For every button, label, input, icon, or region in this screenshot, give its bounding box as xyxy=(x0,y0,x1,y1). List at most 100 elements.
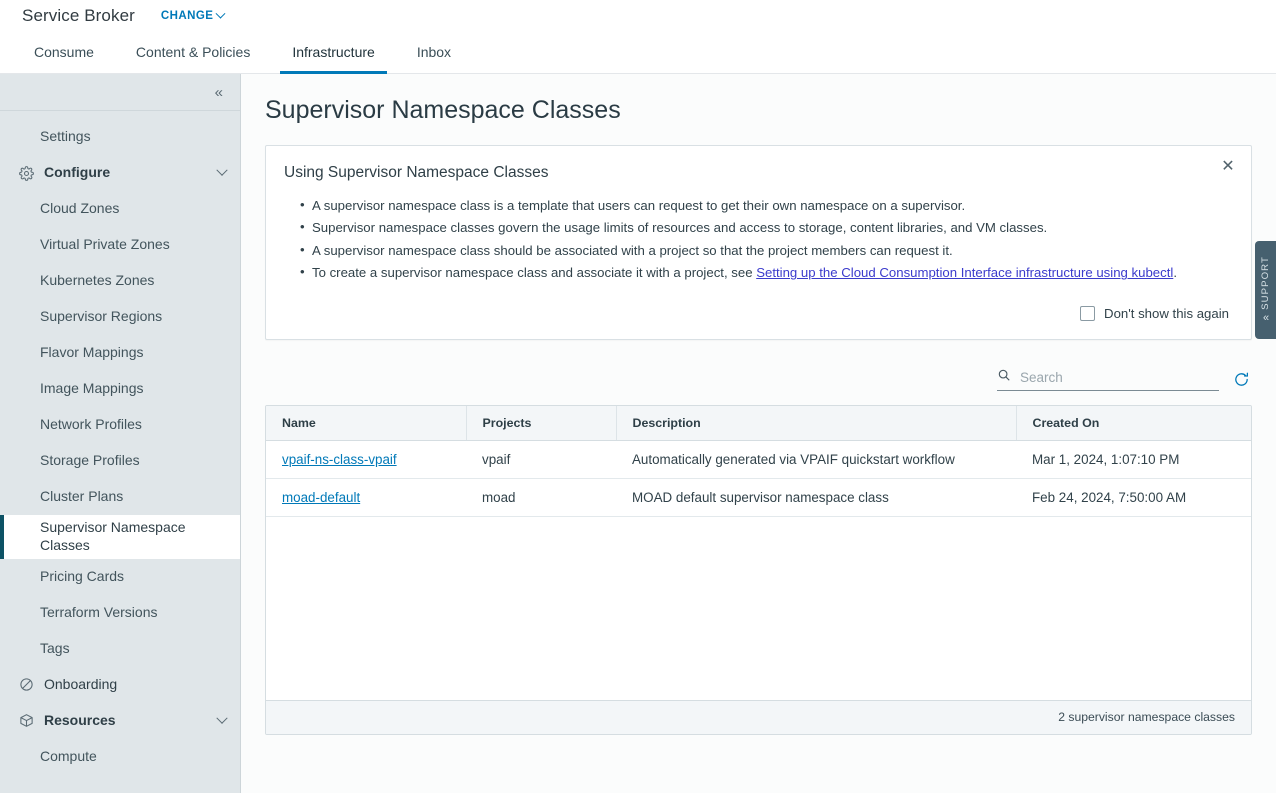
table-toolbar xyxy=(265,368,1252,391)
sidebar-item-supervisor-regions[interactable]: Supervisor Regions xyxy=(0,299,240,335)
refresh-icon[interactable] xyxy=(1233,371,1250,388)
tab-consume[interactable]: Consume xyxy=(22,33,106,74)
tab-content-policies[interactable]: Content & Policies xyxy=(124,33,262,74)
content-area: ✕ Using Supervisor Namespace Classes A s… xyxy=(241,145,1276,735)
sidebar-item-settings[interactable]: Settings xyxy=(0,119,240,155)
double-chevron-left-icon: « xyxy=(1262,311,1269,324)
sidebar-item-label: Storage Profiles xyxy=(40,452,140,469)
body-wrapper: « Settings Configure Cloud Zones Virtual… xyxy=(0,74,1276,793)
gear-icon xyxy=(18,165,35,182)
table-row-count: 2 supervisor namespace classes xyxy=(1058,710,1235,725)
tab-inbox[interactable]: Inbox xyxy=(405,33,463,74)
sidebar-item-tags[interactable]: Tags xyxy=(0,631,240,667)
sidebar-item-label: Virtual Private Zones xyxy=(40,236,170,253)
info-bullet-text: A supervisor namespace class should be a… xyxy=(312,242,953,258)
kubectl-doc-link[interactable]: Setting up the Cloud Consumption Interfa… xyxy=(756,265,1173,280)
sidebar-item-label: Cluster Plans xyxy=(40,488,124,505)
sidebar-item-flavor-mappings[interactable]: Flavor Mappings xyxy=(0,335,240,371)
sidebar-item-label: Image Mappings xyxy=(40,380,144,397)
sidebar-item-label: Supervisor Namespace Classes xyxy=(40,519,186,553)
sidebar-item-label: Settings xyxy=(40,128,91,145)
cell-description: MOAD default supervisor namespace class xyxy=(616,478,1016,517)
main-content: Supervisor Namespace Classes ✕ Using Sup… xyxy=(241,74,1276,793)
info-bullet-list: A supervisor namespace class is a templa… xyxy=(284,195,1229,284)
sidebar-item-label: Tags xyxy=(40,639,70,656)
sidebar-item-cluster-plans[interactable]: Cluster Plans xyxy=(0,479,240,515)
sidebar-item-storage-profiles[interactable]: Storage Profiles xyxy=(0,443,240,479)
sidebar-item-label: Terraform Versions xyxy=(40,603,158,620)
namespace-class-link[interactable]: vpaif-ns-class-vpaif xyxy=(282,452,397,467)
cell-name: moad-default xyxy=(266,478,466,517)
sidebar-item-onboarding[interactable]: Onboarding xyxy=(0,667,240,703)
info-bullet: A supervisor namespace class should be a… xyxy=(300,240,1229,261)
search-box[interactable] xyxy=(997,368,1219,391)
sidebar-group-label: Resources xyxy=(44,711,116,728)
close-icon[interactable]: ✕ xyxy=(1219,158,1237,176)
table-row: vpaif-ns-class-vpaif vpaif Automatically… xyxy=(266,440,1251,479)
info-bullet-text: To create a supervisor namespace class a… xyxy=(312,265,757,281)
dont-show-again-row: Don't show this again xyxy=(284,305,1229,321)
sidebar-collapse-bar: « xyxy=(0,74,240,111)
chevron-down-icon xyxy=(215,8,226,19)
sidebar-group-resources[interactable]: Resources xyxy=(0,703,240,739)
sidebar-nav-list: Settings Configure Cloud Zones Virtual P… xyxy=(0,111,240,775)
sidebar-item-image-mappings[interactable]: Image Mappings xyxy=(0,371,240,407)
column-header-name[interactable]: Name xyxy=(266,405,467,441)
support-tab-label: SUPPORT xyxy=(1260,256,1271,310)
namespace-classes-table: Name Projects Description Created On vpa… xyxy=(265,404,1252,735)
app-header: Service Broker CHANGE xyxy=(0,0,1276,32)
sidebar: « Settings Configure Cloud Zones Virtual… xyxy=(0,74,241,793)
table-empty-space xyxy=(266,516,1251,700)
cell-created-on: Feb 24, 2024, 7:50:00 AM xyxy=(1016,478,1251,517)
double-chevron-left-icon[interactable]: « xyxy=(215,85,223,100)
no-entry-icon xyxy=(18,676,35,693)
sidebar-item-cloud-zones[interactable]: Cloud Zones xyxy=(0,191,240,227)
column-header-description[interactable]: Description xyxy=(616,405,1017,441)
tab-infrastructure[interactable]: Infrastructure xyxy=(280,33,387,74)
cell-description: Automatically generated via VPAIF quicks… xyxy=(616,440,1016,479)
info-card: ✕ Using Supervisor Namespace Classes A s… xyxy=(265,145,1252,340)
search-icon xyxy=(997,368,1011,387)
sidebar-item-kubernetes-zones[interactable]: Kubernetes Zones xyxy=(0,263,240,299)
chevron-down-icon xyxy=(216,712,228,724)
sidebar-item-label: Kubernetes Zones xyxy=(40,272,155,289)
column-header-projects[interactable]: Projects xyxy=(466,405,617,441)
page-title: Supervisor Namespace Classes xyxy=(265,96,621,124)
sidebar-group-configure[interactable]: Configure xyxy=(0,155,240,191)
info-bullet-text: Supervisor namespace classes govern the … xyxy=(312,220,1048,236)
dont-show-again-checkbox[interactable] xyxy=(1080,305,1096,321)
cell-created-on: Mar 1, 2024, 1:07:10 PM xyxy=(1016,440,1251,479)
search-input[interactable] xyxy=(1018,368,1219,386)
sidebar-group-label: Configure xyxy=(44,164,111,181)
column-header-created-on[interactable]: Created On xyxy=(1016,405,1251,441)
change-org-label: CHANGE xyxy=(160,10,214,22)
app-title: Service Broker xyxy=(22,6,135,25)
sidebar-item-terraform-versions[interactable]: Terraform Versions xyxy=(0,595,240,631)
sidebar-item-label: Cloud Zones xyxy=(40,200,120,217)
info-card-title: Using Supervisor Namespace Classes xyxy=(284,164,549,181)
sidebar-item-pricing-cards[interactable]: Pricing Cards xyxy=(0,559,240,595)
sidebar-item-label: Network Profiles xyxy=(40,416,142,433)
sidebar-item-label: Pricing Cards xyxy=(40,567,125,584)
sidebar-item-compute[interactable]: Compute xyxy=(0,739,240,775)
info-bullet-text: A supervisor namespace class is a templa… xyxy=(312,198,966,213)
cell-name: vpaif-ns-class-vpaif xyxy=(266,440,466,479)
info-bullet: A supervisor namespace class is a templa… xyxy=(300,195,1229,216)
sidebar-item-label: Supervisor Regions xyxy=(40,308,163,325)
sidebar-item-virtual-private-zones[interactable]: Virtual Private Zones xyxy=(0,227,240,263)
change-org-button[interactable]: CHANGE xyxy=(160,8,226,22)
chevron-down-icon xyxy=(216,164,228,176)
namespace-class-link[interactable]: moad-default xyxy=(282,490,360,505)
sidebar-item-label: Flavor Mappings xyxy=(40,344,144,361)
info-bullet: Supervisor namespace classes govern the … xyxy=(300,217,1229,238)
info-bullet-suffix: . xyxy=(1173,265,1177,281)
table-footer: 2 supervisor namespace classes xyxy=(266,699,1251,734)
info-bullet: To create a supervisor namespace class a… xyxy=(300,262,1229,283)
table-row: moad-default moad MOAD default superviso… xyxy=(266,478,1251,517)
sidebar-item-network-profiles[interactable]: Network Profiles xyxy=(0,407,240,443)
support-tab[interactable]: SUPPORT « xyxy=(1255,241,1276,339)
cell-projects: moad xyxy=(466,478,616,517)
sidebar-item-supervisor-namespace-classes[interactable]: Supervisor Namespace Classes xyxy=(0,515,240,559)
table-header-row: Name Projects Description Created On xyxy=(266,405,1251,441)
dont-show-again-label: Don't show this again xyxy=(1104,305,1229,321)
